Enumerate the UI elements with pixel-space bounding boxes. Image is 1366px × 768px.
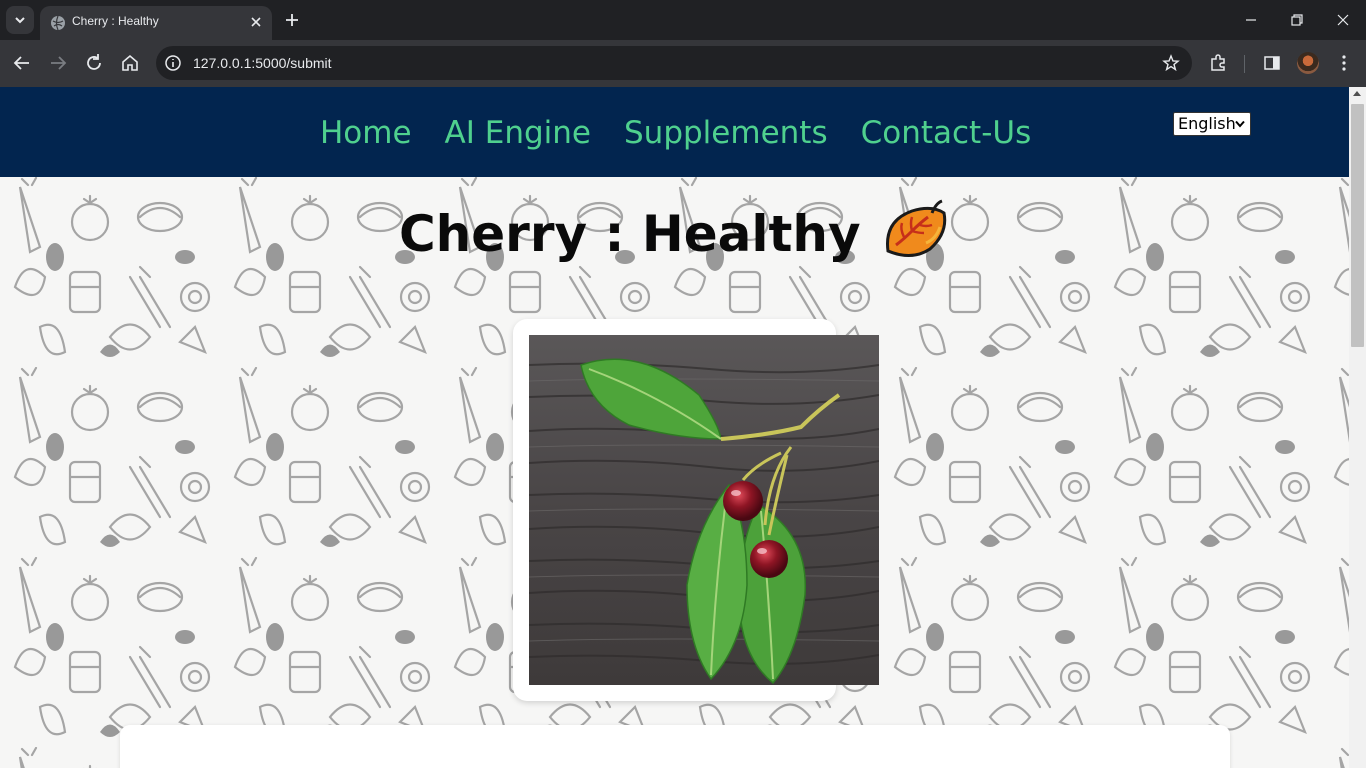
extensions-icon[interactable] — [1208, 53, 1228, 73]
scroll-up-arrow[interactable] — [1353, 91, 1361, 96]
info-icon[interactable] — [164, 54, 182, 72]
nav-home-link[interactable]: Home — [320, 115, 412, 151]
url-text: 127.0.0.1:5000/submit — [193, 55, 332, 71]
plus-icon[interactable] — [282, 10, 302, 30]
browser-tabstrip: Cherry : Healthy — [0, 0, 1366, 40]
back-icon[interactable] — [11, 52, 33, 74]
tab-title: Cherry : Healthy — [72, 14, 159, 28]
toolbar-divider — [1244, 55, 1245, 73]
home-icon[interactable] — [119, 52, 141, 74]
sidepanel-icon[interactable] — [1262, 53, 1282, 73]
restore-icon[interactable] — [1287, 10, 1307, 30]
star-icon[interactable] — [1162, 54, 1180, 72]
language-select[interactable]: English — [1173, 112, 1251, 136]
nav-supplements-link[interactable]: Supplements — [624, 115, 828, 151]
scrollbar-thumb[interactable] — [1351, 104, 1364, 347]
nav-contact-link[interactable]: Contact-Us — [861, 115, 1032, 151]
result-title: Cherry : Healthy — [0, 199, 1349, 263]
browser-tab[interactable]: Cherry : Healthy — [40, 6, 272, 40]
close-window-icon[interactable] — [1333, 10, 1353, 30]
image-card — [513, 319, 879, 701]
chevron-down-icon — [15, 17, 25, 24]
result-details-panel — [120, 725, 1230, 768]
close-icon[interactable] — [248, 14, 264, 30]
chevron-down-icon — [1235, 120, 1245, 128]
profile-avatar[interactable] — [1297, 52, 1319, 74]
nav-ai-engine-link[interactable]: AI Engine — [445, 115, 591, 151]
globe-icon — [51, 15, 65, 31]
tab-search-button[interactable] — [6, 6, 34, 34]
language-selected: English — [1178, 114, 1236, 133]
forward-icon[interactable] — [47, 52, 69, 74]
leaf-icon — [886, 199, 947, 257]
page-viewport: Home AI Engine Supplements Contact-Us En… — [0, 87, 1349, 768]
page-scrollbar[interactable] — [1349, 87, 1366, 768]
reload-icon[interactable] — [83, 52, 105, 74]
minimize-icon[interactable] — [1241, 10, 1261, 30]
nav-links: Home AI Engine Supplements Contact-Us — [320, 115, 1031, 151]
site-navbar: Home AI Engine Supplements Contact-Us En… — [0, 87, 1349, 177]
result-title-text: Cherry : Healthy — [398, 205, 861, 263]
address-bar[interactable]: 127.0.0.1:5000/submit — [156, 46, 1192, 80]
menu-icon[interactable] — [1334, 53, 1354, 73]
browser-toolbar: 127.0.0.1:5000/submit — [0, 40, 1366, 87]
uploaded-cherry-photo — [529, 335, 879, 685]
